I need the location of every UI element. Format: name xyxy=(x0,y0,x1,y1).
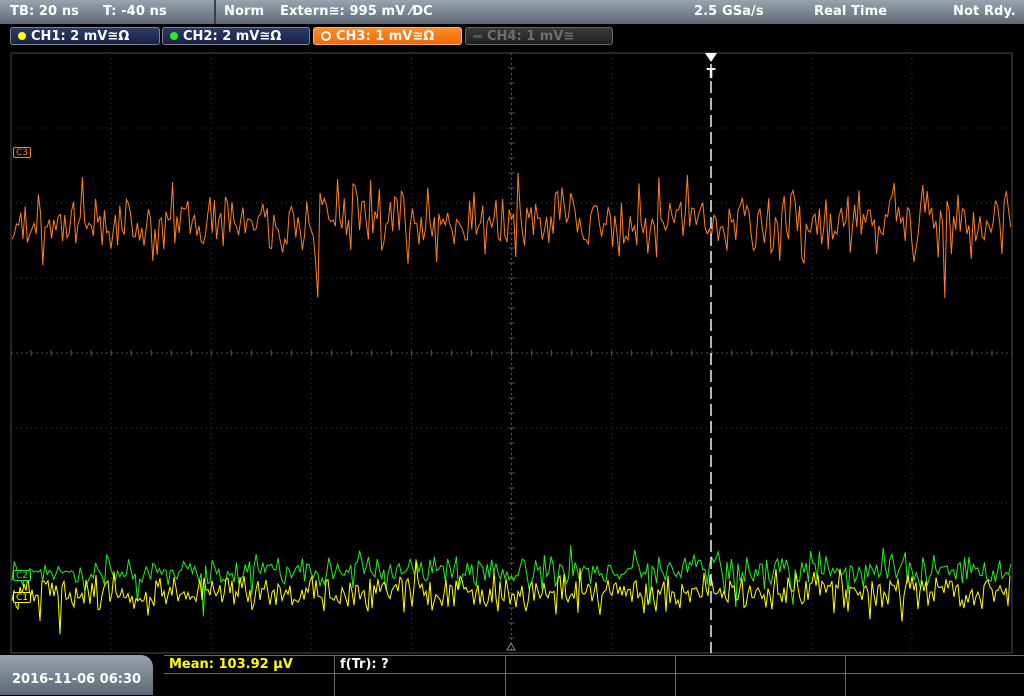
measurement-panel[interactable]: Mean: 103.92 µV f(Tr): ? xyxy=(164,655,1024,696)
tab-ch4[interactable]: CH4: 1 mV≅ xyxy=(465,27,613,45)
frequency-measurement: f(Tr): ? xyxy=(340,657,389,672)
ch3-level-marker[interactable]: C3 xyxy=(13,147,32,158)
channel-tabs: CH1: 2 mV≅Ω CH2: 2 mV≅Ω CH3: 1 mV≅Ω CH4:… xyxy=(0,24,1024,50)
trigger-panel[interactable]: Norm Extern≅: 995 mV ⁄DC 2.5 GSa/s Real … xyxy=(216,0,1024,24)
ch2-indicator-icon xyxy=(170,32,178,40)
ch1-label: CH1: 2 mV≅Ω xyxy=(31,28,130,44)
trigger-marker-label: T xyxy=(707,67,716,82)
acquisition-mode: Real Time xyxy=(814,4,888,19)
ch4-indicator-icon xyxy=(473,34,482,38)
timebase-value: TB: 20 ns xyxy=(10,4,80,19)
trigger-mode: Norm xyxy=(224,4,265,19)
status-bar: TB: 20 ns T: -40 ns Norm Extern≅: 995 mV… xyxy=(0,0,1024,24)
ch3-indicator-icon xyxy=(321,31,331,41)
timebase-panel[interactable]: TB: 20 ns T: -40 ns xyxy=(0,0,216,24)
run-state: Not Rdy. xyxy=(953,4,1016,19)
trigger-offset-value: T: -40 ns xyxy=(103,4,167,19)
ch2-level-marker[interactable]: C2 xyxy=(13,570,32,581)
ch1-level-marker[interactable]: C1 xyxy=(13,592,32,603)
tab-ch3[interactable]: CH3: 1 mV≅Ω xyxy=(313,27,462,45)
datetime-panel: 2016-11-06 06:30 xyxy=(0,655,153,695)
ch2-label: CH2: 2 mV≅Ω xyxy=(183,28,282,44)
datetime-value: 2016-11-06 06:30 xyxy=(12,672,142,687)
tab-ch1[interactable]: CH1: 2 mV≅Ω xyxy=(10,27,160,45)
ch1-indicator-icon xyxy=(18,32,26,40)
waveform-display[interactable]: T xyxy=(0,50,1024,655)
ch3-label: CH3: 1 mV≅Ω xyxy=(336,28,435,44)
tab-ch2[interactable]: CH2: 2 mV≅Ω xyxy=(162,27,310,45)
mean-measurement: Mean: 103.92 µV xyxy=(169,657,293,672)
sample-rate: 2.5 GSa/s xyxy=(694,4,764,19)
bottom-bar: 2016-11-06 06:30 Mean: 103.92 µV f(Tr): … xyxy=(0,655,1024,696)
ch4-label: CH4: 1 mV≅ xyxy=(487,28,575,44)
trigger-source: Extern≅: 995 mV ⁄DC xyxy=(280,4,433,19)
